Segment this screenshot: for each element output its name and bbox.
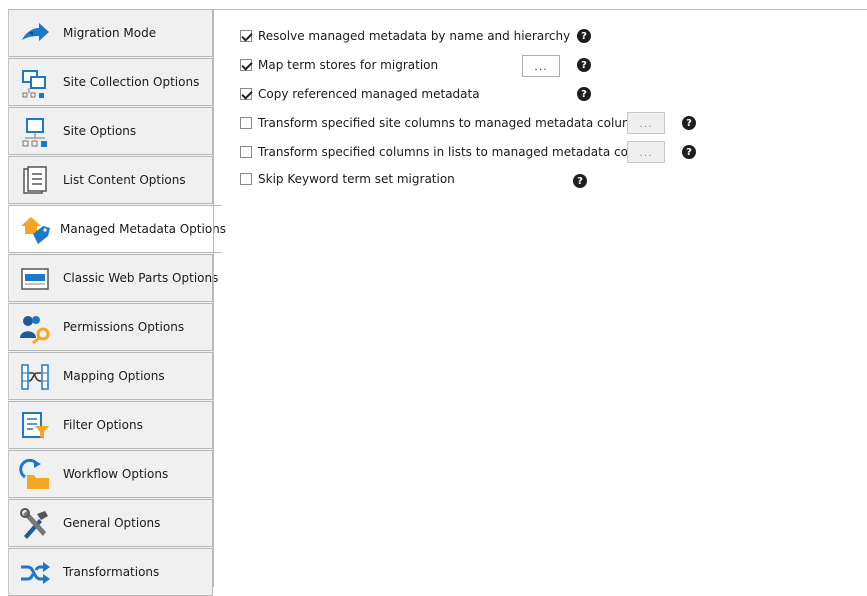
sidebar-item-general-options[interactable]: General Options bbox=[8, 499, 213, 547]
transform-site-columns-browse-button[interactable]: ... bbox=[627, 112, 665, 134]
mapping-icon bbox=[21, 364, 49, 390]
option-label: Skip Keyword term set migration bbox=[258, 172, 455, 186]
sidebar-item-migration-mode[interactable]: Migration Mode bbox=[8, 9, 213, 57]
shuffle-icon bbox=[21, 562, 50, 584]
copy-referenced-metadata-checkbox[interactable] bbox=[240, 88, 252, 100]
transform-list-columns-checkbox[interactable] bbox=[240, 146, 252, 158]
tag-house-icon bbox=[21, 217, 50, 244]
help-icon[interactable]: ? bbox=[577, 58, 591, 72]
help-icon[interactable]: ? bbox=[573, 174, 587, 188]
sidebar-item-label: List Content Options bbox=[63, 173, 186, 187]
resolve-managed-metadata-checkbox[interactable] bbox=[240, 30, 252, 42]
list-document-icon bbox=[23, 166, 47, 194]
help-icon[interactable]: ? bbox=[577, 87, 591, 101]
sidebar-item-label: Workflow Options bbox=[63, 467, 169, 481]
transform-list-columns-browse-button[interactable]: ... bbox=[627, 141, 665, 163]
option-transform-list-columns[interactable]: Transform specified columns in lists to … bbox=[240, 144, 664, 160]
option-label: Transform specified site columns to mana… bbox=[258, 116, 648, 130]
option-skip-keyword-term-set[interactable]: Skip Keyword term set migration bbox=[240, 171, 455, 187]
sidebar-item-transformations[interactable]: Transformations bbox=[8, 548, 213, 596]
sidebar-item-label: Managed Metadata Options bbox=[60, 222, 227, 236]
sidebar-item-permissions-options[interactable]: Permissions Options bbox=[8, 303, 213, 351]
sidebar-item-site-collection-options[interactable]: Site Collection Options bbox=[8, 58, 213, 106]
option-transform-site-columns[interactable]: Transform specified site columns to mana… bbox=[240, 115, 647, 131]
option-map-term-stores[interactable]: Map term stores for migration bbox=[240, 57, 438, 73]
site-icon bbox=[22, 118, 47, 147]
web-parts-icon bbox=[21, 268, 49, 290]
sidebar-item-label: Migration Mode bbox=[63, 26, 157, 40]
transform-site-columns-checkbox[interactable] bbox=[240, 117, 252, 129]
users-key-icon bbox=[20, 316, 50, 344]
help-icon[interactable]: ? bbox=[682, 116, 696, 130]
sidebar-item-label: Permissions Options bbox=[63, 320, 185, 334]
sidebar-item-label: Filter Options bbox=[63, 418, 143, 432]
panel-border-top bbox=[214, 9, 867, 10]
sidebar-item-label: Site Collection Options bbox=[63, 75, 200, 89]
sidebar-item-filter-options[interactable]: Filter Options bbox=[8, 401, 213, 449]
tools-icon bbox=[20, 508, 48, 539]
filter-document-icon bbox=[22, 412, 49, 439]
option-label: Map term stores for migration bbox=[258, 58, 439, 72]
panel-border-left bbox=[213, 9, 214, 587]
skip-keyword-term-set-checkbox[interactable] bbox=[240, 173, 252, 185]
sidebar-item-label: Transformations bbox=[63, 565, 160, 579]
option-copy-referenced-metadata[interactable]: Copy referenced managed metadata bbox=[240, 86, 480, 102]
options-sidebar: Migration Mode Site Collection Options S… bbox=[8, 9, 226, 596]
sidebar-item-site-options[interactable]: Site Options bbox=[8, 107, 213, 155]
site-collection-icon bbox=[22, 70, 46, 98]
option-label: Copy referenced managed metadata bbox=[258, 87, 480, 101]
map-term-stores-browse-button[interactable]: ... bbox=[522, 55, 560, 77]
option-resolve-managed-metadata[interactable]: Resolve managed metadata by name and hie… bbox=[240, 28, 570, 44]
help-icon[interactable]: ? bbox=[577, 29, 591, 43]
sidebar-item-label: General Options bbox=[63, 516, 161, 530]
arrow-forward-icon bbox=[22, 23, 49, 41]
sidebar-item-list-content-options[interactable]: List Content Options bbox=[8, 156, 213, 204]
sidebar-item-label: Site Options bbox=[63, 124, 137, 138]
sidebar-item-classic-web-parts-options[interactable]: Classic Web Parts Options bbox=[8, 254, 218, 302]
sidebar-item-label: Mapping Options bbox=[63, 369, 165, 383]
option-label: Transform specified columns in lists to … bbox=[258, 145, 665, 159]
sidebar-item-label: Classic Web Parts Options bbox=[63, 271, 219, 285]
sidebar-item-workflow-options[interactable]: Workflow Options bbox=[8, 450, 213, 498]
workflow-folder-icon bbox=[19, 459, 49, 489]
option-label: Resolve managed metadata by name and hie… bbox=[258, 29, 571, 43]
sidebar-item-managed-metadata-options[interactable]: Managed Metadata Options bbox=[8, 205, 226, 253]
sidebar-item-mapping-options[interactable]: Mapping Options bbox=[8, 352, 213, 400]
help-icon[interactable]: ? bbox=[682, 145, 696, 159]
map-term-stores-checkbox[interactable] bbox=[240, 59, 252, 71]
